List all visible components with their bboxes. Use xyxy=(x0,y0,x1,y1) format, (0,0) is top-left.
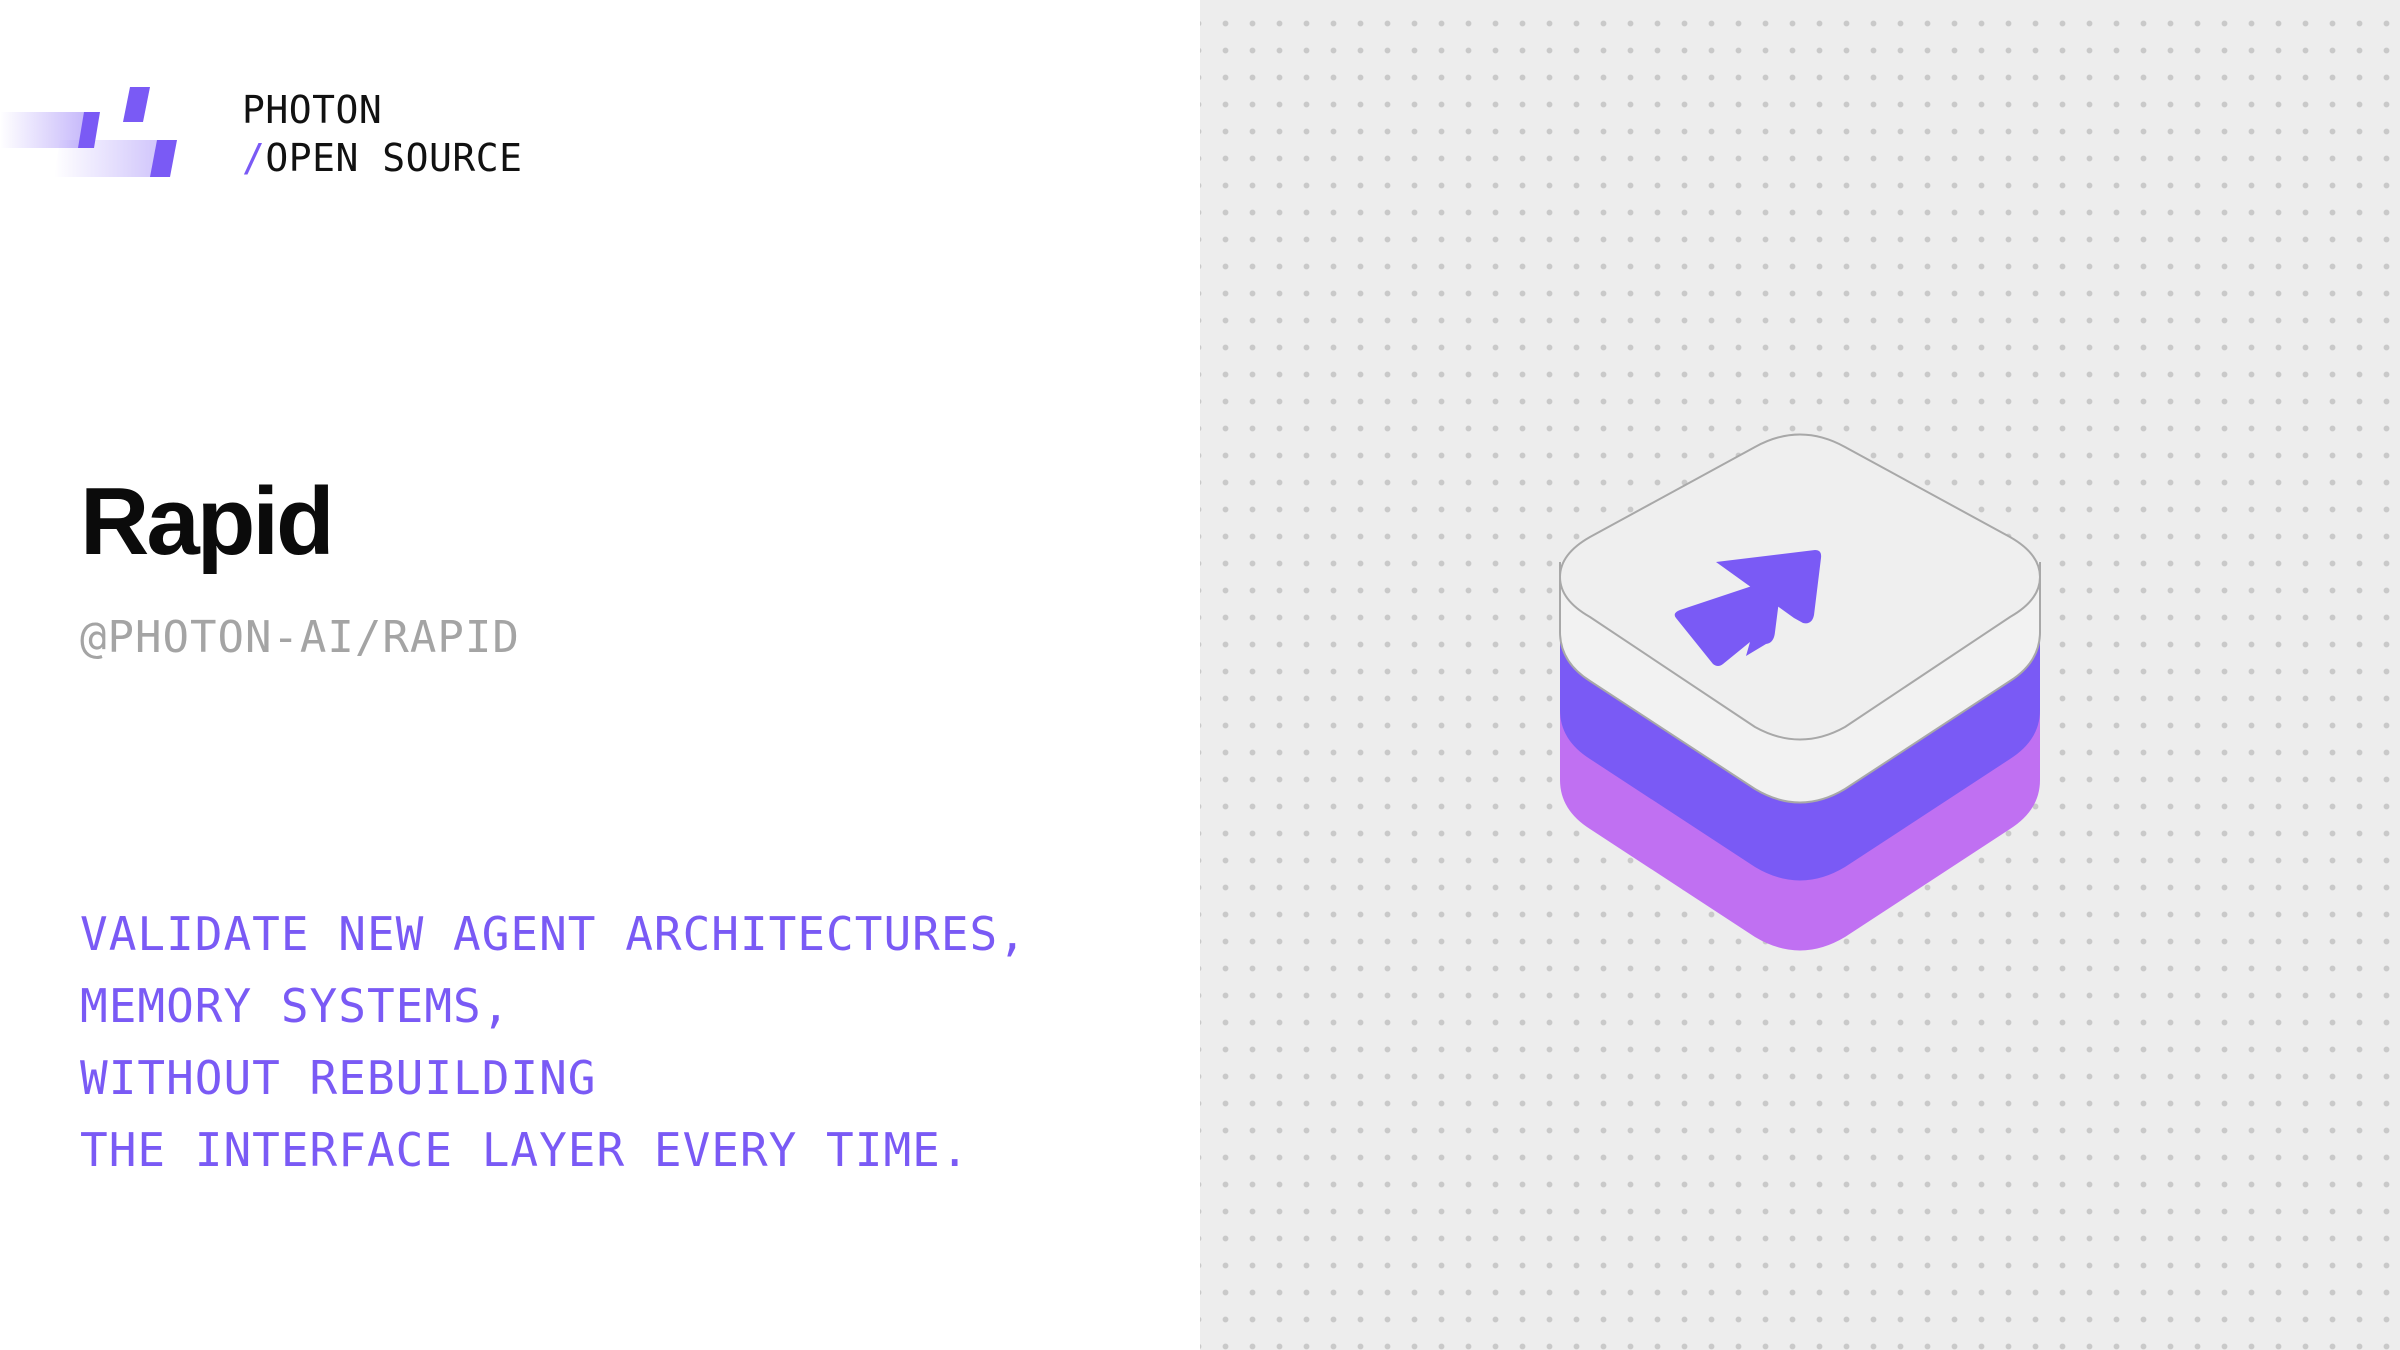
slide: PHOTON /OPEN SOURCE Rapid @PHOTON-AI/RAP… xyxy=(0,0,2400,1350)
brand-name: PHOTON xyxy=(242,88,383,132)
tagline-line: VALIDATE NEW AGENT ARCHITECTURES, xyxy=(80,907,1027,961)
package-name: @PHOTON-AI/RAPID xyxy=(80,612,520,663)
brand-wordmark: PHOTON /OPEN SOURCE xyxy=(242,86,523,182)
photon-logo-icon xyxy=(0,87,177,177)
left-panel: PHOTON /OPEN SOURCE Rapid @PHOTON-AI/RAP… xyxy=(0,0,1200,1350)
project-title: Rapid xyxy=(80,468,335,575)
brand-slash: / xyxy=(242,136,266,180)
tagline-line: MEMORY SYSTEMS, xyxy=(80,979,511,1033)
brand-subtitle: OPEN SOURCE xyxy=(265,136,523,180)
tagline-line: WITHOUT REBUILDING xyxy=(80,1051,597,1105)
tagline: VALIDATE NEW AGENT ARCHITECTURES, MEMORY… xyxy=(80,898,1027,1186)
tagline-line: THE INTERFACE LAYER EVERY TIME. xyxy=(80,1123,970,1177)
rapid-stack-icon xyxy=(1558,433,2042,951)
brand-subtitle-line: /OPEN SOURCE xyxy=(242,134,523,182)
